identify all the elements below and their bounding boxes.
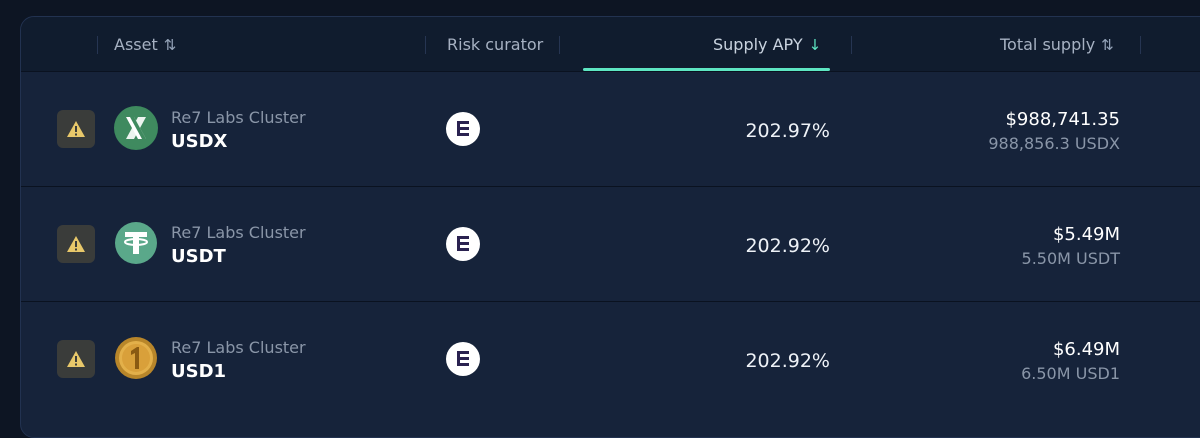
warning-icon[interactable] <box>57 110 95 148</box>
re7-curator-icon[interactable] <box>446 227 480 261</box>
table-row[interactable]: Re7 Labs Cluster USD1 202.92% $6.49M 6.5… <box>21 301 1200 416</box>
total-supply-amount: 5.50M USDT <box>1021 249 1120 268</box>
supply-apy-value: 202.92% <box>745 235 830 257</box>
total-supply-usd: $6.49M <box>1052 339 1120 360</box>
total-supply-usd: $5.49M <box>1052 224 1120 245</box>
re7-curator-icon[interactable] <box>446 342 480 376</box>
asset-symbol: USDX <box>171 131 228 152</box>
re7-curator-icon[interactable] <box>446 112 480 146</box>
table-row[interactable]: Re7 Labs Cluster USDT 202.92% $5.49M 5.5… <box>21 186 1200 301</box>
column-separator <box>425 36 426 54</box>
column-header-risk-curator[interactable]: Risk curator <box>447 35 543 54</box>
warning-icon[interactable] <box>57 225 95 263</box>
markets-table: Asset ⇅ Risk curator Supply APY ↓ Total su… <box>20 16 1200 438</box>
sort-icon: ⇅ <box>163 36 177 54</box>
table-header: Asset ⇅ Risk curator Supply APY ↓ Total su… <box>21 17 1200 71</box>
supply-apy-value: 202.92% <box>745 350 830 372</box>
asset-symbol: USDT <box>171 246 226 267</box>
total-supply-amount: 6.50M USD1 <box>1021 364 1120 383</box>
column-separator <box>1140 36 1141 54</box>
arrow-down-icon: ↓ <box>808 36 822 54</box>
cluster-name: Re7 Labs Cluster <box>171 223 306 242</box>
total-supply-amount: 988,856.3 USDX <box>988 134 1120 153</box>
supply-apy-value: 202.97% <box>745 120 830 142</box>
cluster-name: Re7 Labs Cluster <box>171 338 306 357</box>
cluster-name: Re7 Labs Cluster <box>171 108 306 127</box>
usdt-icon <box>114 221 158 265</box>
warning-icon[interactable] <box>57 340 95 378</box>
asset-symbol: USD1 <box>171 361 227 382</box>
sort-icon: ⇅ <box>1101 36 1114 54</box>
total-supply-usd: $988,741.35 <box>1005 109 1120 130</box>
column-separator <box>559 36 560 54</box>
table-row[interactable]: Re7 Labs Cluster USDX 202.97% $988,741.3… <box>21 71 1200 186</box>
usd1-icon <box>114 336 158 380</box>
column-separator <box>851 36 852 54</box>
usdx-icon <box>114 106 158 150</box>
column-header-supply-apy[interactable]: Supply APY ↓ <box>713 35 821 54</box>
column-header-total-supply[interactable]: Total supply ⇅ <box>1000 35 1114 54</box>
column-separator <box>97 36 98 54</box>
column-header-asset[interactable]: Asset ⇅ <box>114 35 176 54</box>
